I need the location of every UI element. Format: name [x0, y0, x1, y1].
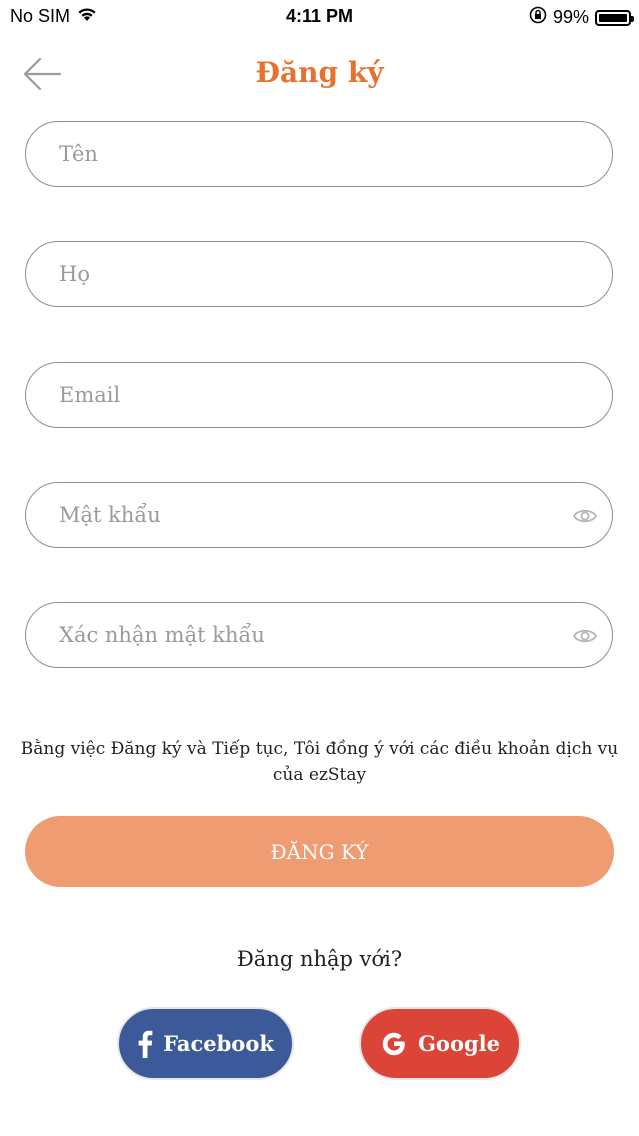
page-title: Đăng ký	[255, 56, 384, 89]
battery-percent: 99%	[552, 7, 589, 27]
first-name-field-container	[25, 121, 613, 187]
first-name-input[interactable]	[57, 141, 541, 167]
status-bar: No SIM 4:11 PM 99%	[0, 0, 639, 34]
confirm-password-field-container	[25, 602, 613, 668]
confirm-password-input[interactable]	[57, 622, 541, 648]
eye-icon[interactable]	[572, 625, 598, 647]
orientation-lock-icon	[529, 6, 547, 29]
status-right: 99%	[529, 6, 634, 29]
signup-button[interactable]: ĐĂNG KÝ	[25, 816, 614, 887]
email-field-container	[25, 362, 613, 428]
facebook-label: Facebook	[163, 1031, 274, 1056]
password-input[interactable]	[57, 502, 541, 528]
password-field-container	[25, 482, 613, 548]
google-button[interactable]: Google	[359, 1007, 521, 1080]
last-name-input[interactable]	[57, 261, 541, 287]
eye-icon[interactable]	[572, 505, 598, 527]
login-with-label: Đăng nhập với?	[236, 947, 403, 971]
facebook-icon	[137, 1030, 153, 1058]
google-icon	[380, 1030, 408, 1058]
battery-fill	[599, 13, 627, 22]
email-input[interactable]	[57, 382, 541, 408]
facebook-button[interactable]: Facebook	[117, 1007, 294, 1080]
google-label: Google	[418, 1031, 500, 1056]
signup-screen: No SIM 4:11 PM 99% Đăng ký Tên Họ Email …	[0, 0, 639, 1136]
last-name-field-container	[25, 241, 613, 307]
battery-icon	[595, 9, 634, 26]
terms-text: Bằng việc Đăng ký và Tiếp tục, Tôi đồng …	[20, 739, 619, 785]
